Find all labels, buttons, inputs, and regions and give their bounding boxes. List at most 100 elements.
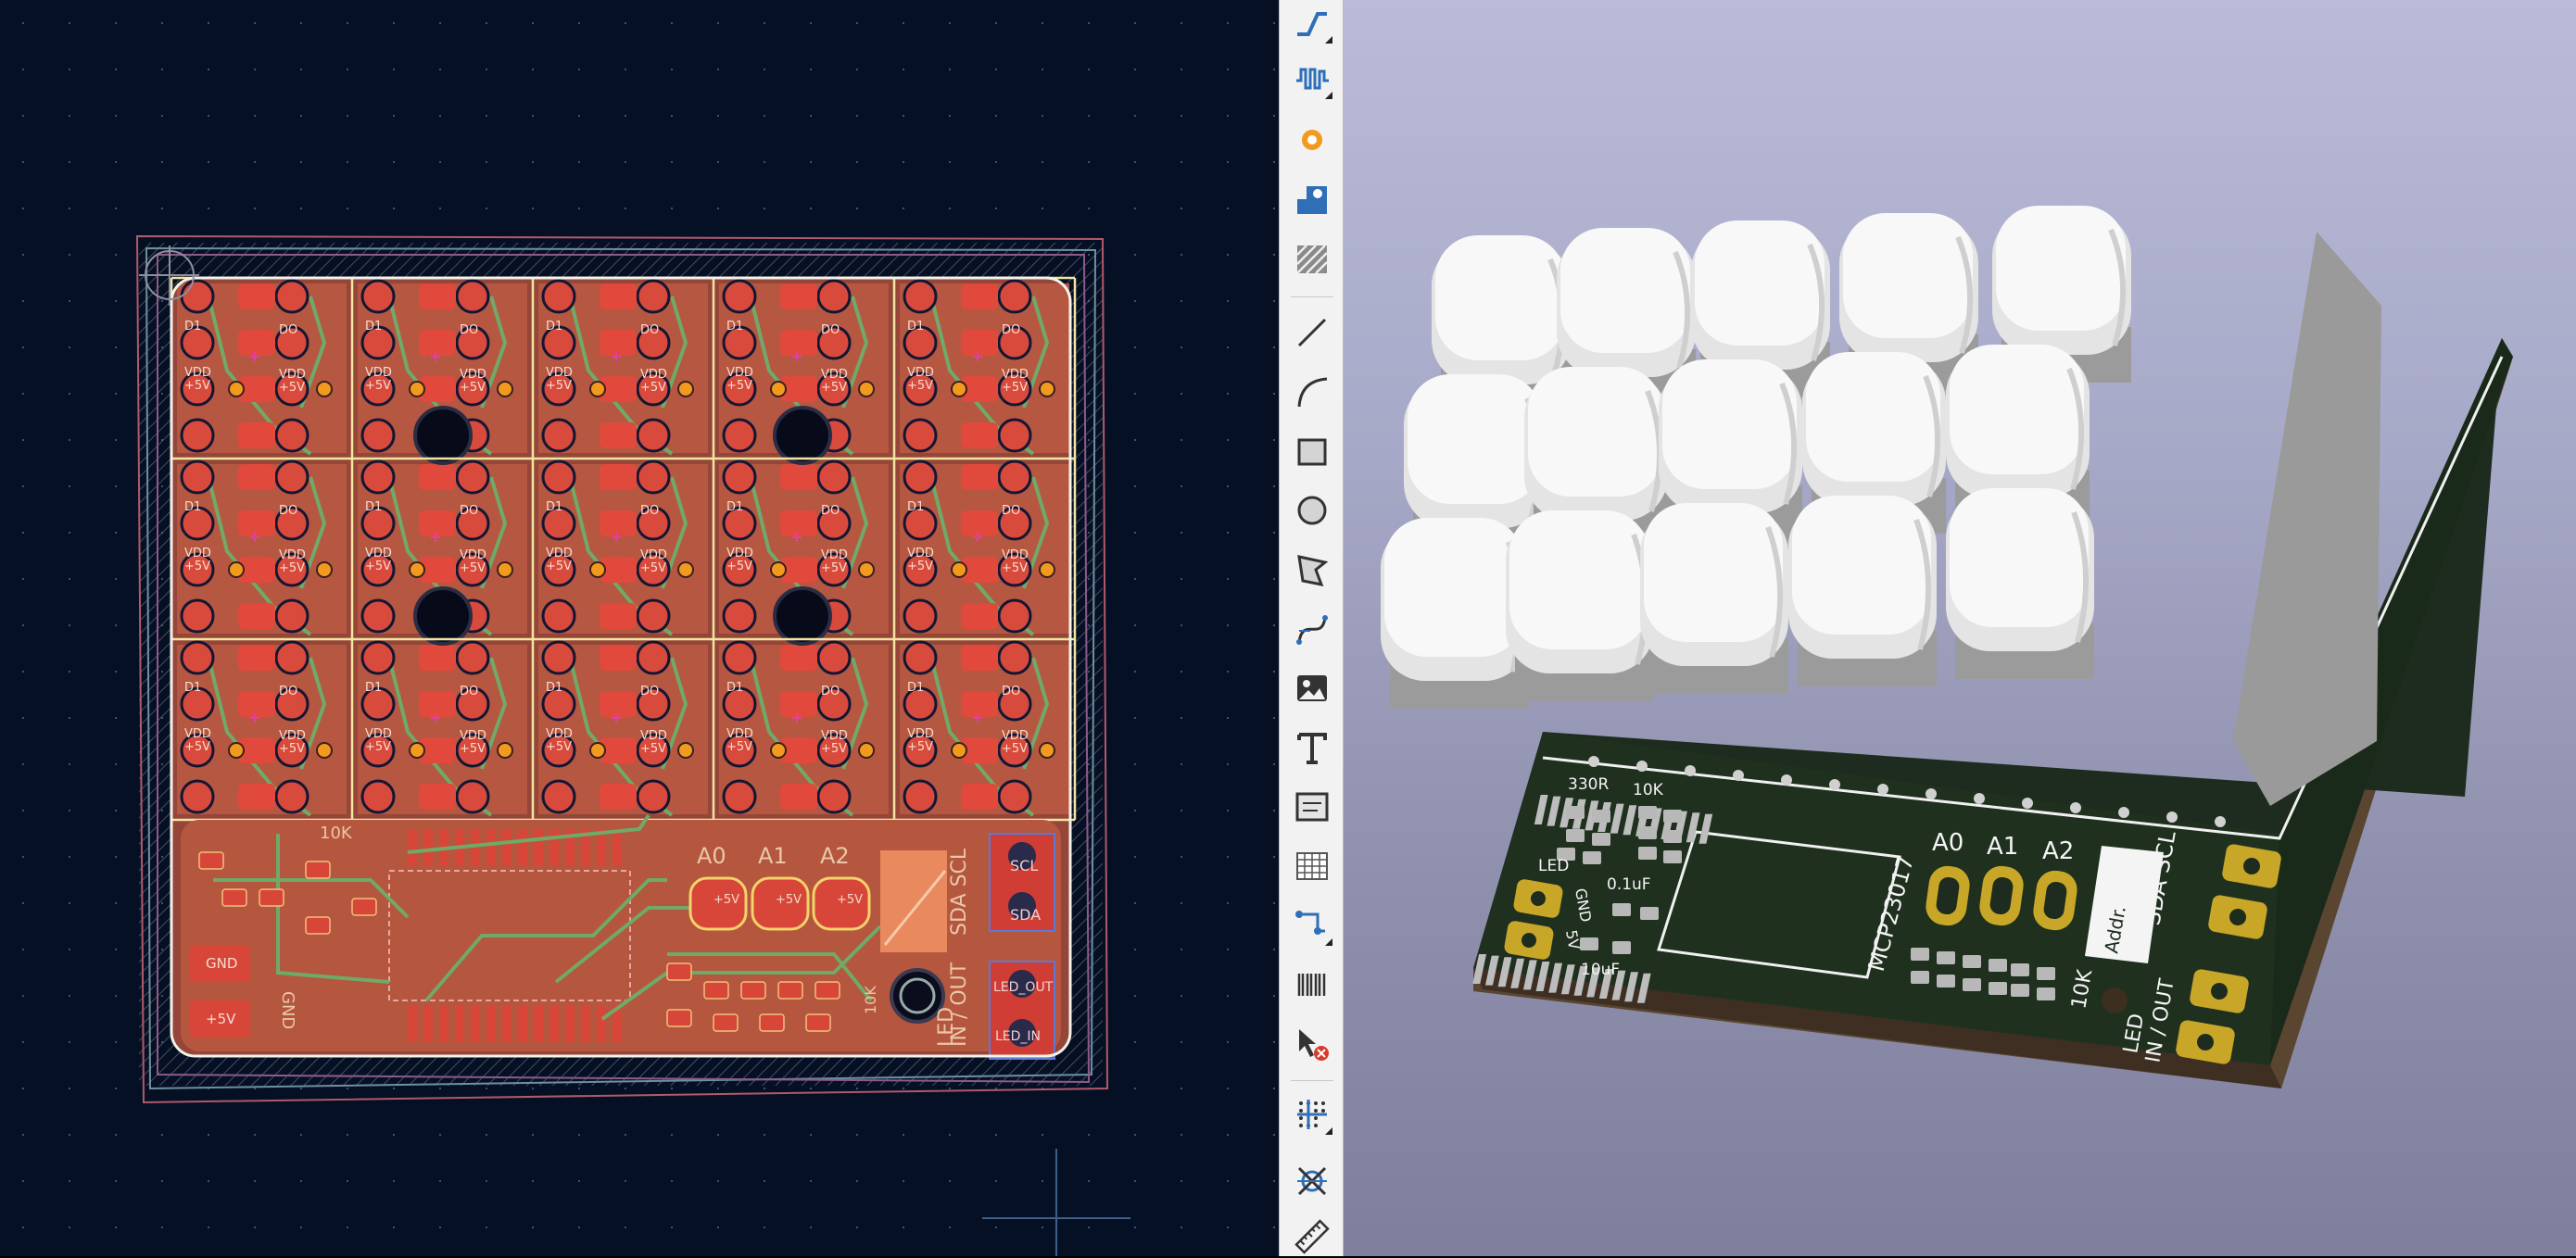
pad-label: DO [460, 504, 478, 518]
pad-label: VDD [821, 729, 848, 743]
led-diffuser-array[interactable] [1381, 206, 2381, 827]
pad-label: +5V [546, 560, 572, 573]
pad-label: D1 [365, 320, 382, 333]
add-via-icon[interactable] [1291, 119, 1333, 161]
led-cell[interactable]: D1VDD+5VDOVDD+5V [177, 459, 347, 636]
add-footprint-icon[interactable] [1291, 178, 1333, 220]
led-diffuser[interactable] [1640, 503, 1788, 694]
led-cell[interactable]: D1VDD+5VDOVDD+5V [177, 279, 347, 456]
jumper-label-3: +5V [837, 893, 863, 907]
no-connect-icon[interactable] [1291, 1160, 1333, 1202]
pad-label: VDD [821, 368, 848, 382]
add-dimension-icon[interactable] [1291, 904, 1333, 947]
pcb-canvas[interactable]: D1 VDD +5V DO VDD +5V D1 VDD +5V DO VDD +5V D1 VDD +5V… [0, 0, 1279, 1256]
pad-label: D1 [546, 320, 562, 333]
add-barcode-icon[interactable] [1291, 963, 1333, 1006]
matrix-mounting-hole [773, 406, 832, 465]
led-cell[interactable]: D1VDD+5VDOVDD+5V [900, 459, 1069, 636]
add-table-icon[interactable] [1291, 845, 1333, 887]
pad-label: DO [1002, 685, 1020, 698]
led-cell[interactable]: D1VDD+5VDOVDD+5V [719, 640, 889, 817]
pad-label: +5V [279, 742, 305, 756]
pad-label: VDD [365, 366, 392, 380]
silk-led: LED [935, 1007, 958, 1047]
led-cell[interactable]: D1VDD+5VDOVDD+5V [538, 640, 708, 817]
pad-label: +5V [821, 381, 847, 395]
led-diffuser[interactable] [1506, 510, 1654, 701]
draw-bezier-icon[interactable] [1291, 608, 1333, 650]
pcb-layout-view[interactable]: D1VDD+5VDOVDD+5VD1VDD+5VDOVDD+5VD1VDD+5V… [0, 0, 1279, 1256]
pad-label: D1 [907, 320, 924, 333]
led-cell[interactable]: D1VDD+5VDOVDD+5V [900, 279, 1069, 456]
3d-viewer[interactable]: MCP23017 A0 A1 A2 Addr. SDA SCL 10K LED … [1344, 0, 2576, 1256]
pad-label: VDD [907, 547, 934, 560]
draw-rectangle-icon[interactable] [1291, 430, 1333, 472]
pad-label: D1 [546, 500, 562, 514]
silk-10uf: 10uF [1581, 961, 1620, 979]
led-cell[interactable]: D1VDD+5VDOVDD+5V [900, 640, 1069, 817]
pad-label: D1 [726, 500, 743, 514]
pad-label: D1 [184, 320, 201, 333]
silk-led-3d: LED [1538, 857, 1569, 875]
pad-label: D1 [726, 681, 743, 695]
3d-board-render[interactable]: MCP23017 A0 A1 A2 Addr. SDA SCL 10K LED … [1344, 0, 2576, 1256]
pad-label: VDD [1002, 729, 1029, 743]
add-zone-icon[interactable] [1291, 237, 1333, 280]
i2c-connector[interactable]: SCL SDA [989, 833, 1055, 932]
pad-label: VDD [726, 727, 753, 741]
pad-label: VDD [821, 548, 848, 562]
measure-icon[interactable] [1291, 1215, 1333, 1258]
pad-gnd: GND [206, 955, 237, 972]
led-cell[interactable]: D1VDD+5VDOVDD+5V [538, 459, 708, 636]
pad-label: DO [460, 685, 478, 698]
led-matrix-footprints[interactable]: D1VDD+5VDOVDD+5VD1VDD+5VDOVDD+5VD1VDD+5V… [177, 279, 1069, 817]
pad-5v: +5V [206, 1011, 236, 1027]
led-cell[interactable]: D1VDD+5VDOVDD+5V [358, 640, 527, 817]
address-jumpers[interactable]: +5V +5V +5V [688, 876, 871, 931]
grid-origin-icon[interactable] [1291, 1093, 1333, 1136]
pad-label: +5V [907, 379, 933, 393]
pad-label: DO [821, 685, 840, 698]
right-drawing-toolbar [1279, 0, 1344, 1256]
led-cell[interactable]: D1VDD+5VDOVDD+5V [538, 279, 708, 456]
pad-label: +5V [279, 381, 305, 395]
add-text-icon[interactable] [1291, 726, 1333, 769]
pad-label: D1 [184, 500, 201, 514]
draw-circle-icon[interactable] [1291, 489, 1333, 532]
pad-sda: SDA [1010, 906, 1041, 924]
add-textbox-icon[interactable] [1291, 786, 1333, 828]
draw-polygon-icon[interactable] [1291, 548, 1333, 591]
pad-label: DO [279, 685, 297, 698]
pad-label: +5V [907, 560, 933, 573]
silk-01uf: 0.1uF [1607, 875, 1651, 894]
pad-label: +5V [365, 379, 391, 393]
route-track-icon[interactable] [1291, 2, 1333, 44]
add-image-icon[interactable] [1291, 667, 1333, 710]
pad-label: +5V [640, 742, 666, 756]
pad-label: VDD [907, 366, 934, 380]
pad-label: +5V [279, 561, 305, 575]
pad-label: VDD [726, 547, 753, 560]
pad-label: VDD [546, 727, 573, 741]
led-cell[interactable]: D1VDD+5VDOVDD+5V [177, 640, 347, 817]
pad-label: VDD [907, 727, 934, 741]
led-diffuser[interactable] [1946, 488, 2094, 679]
silk-a1: A1 [758, 843, 788, 869]
pad-label: DO [821, 504, 840, 518]
pad-label: DO [640, 685, 659, 698]
address-jumpers-3d[interactable]: A0 A1 A2 [1924, 829, 2079, 933]
controller-area[interactable]: +5V +5V +5V A0 A1 A2 SCL SDA LED_OUT LED… [181, 813, 1061, 1060]
pad-label: +5V [640, 381, 666, 395]
led-diffuser[interactable] [1788, 496, 1937, 686]
delete-tool-icon[interactable] [1291, 1023, 1333, 1065]
silk-5v-3d: 5V [1562, 928, 1583, 950]
tune-length-icon[interactable] [1291, 57, 1333, 100]
led-connector[interactable]: LED_OUT LED_IN [989, 961, 1055, 1060]
pad-label: VDD [184, 547, 211, 560]
pad-label: +5V [460, 561, 486, 575]
mounting-hole-3d [2102, 988, 2128, 1013]
draw-arc-icon[interactable] [1291, 371, 1333, 413]
draw-line-icon[interactable] [1291, 311, 1333, 354]
jumper-label-2: +5V [776, 893, 802, 907]
silk-a2-3d: A2 [2042, 837, 2074, 865]
